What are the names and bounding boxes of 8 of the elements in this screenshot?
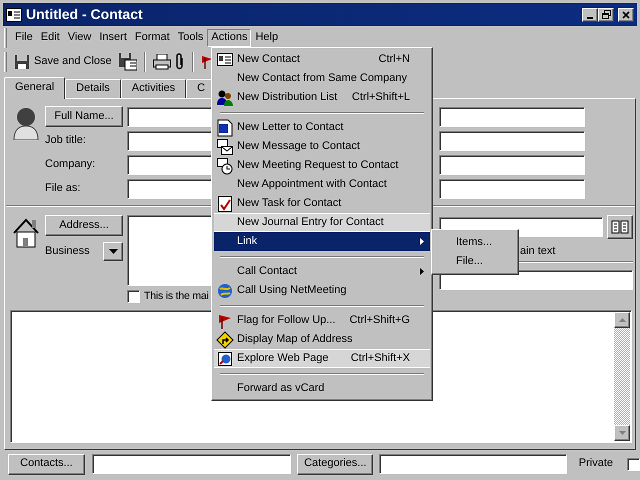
window-title: Untitled - Contact [26,6,143,23]
job-title-label: Job title: [45,134,86,148]
company-label: Company: [45,158,96,172]
mailing-address-label: This is the mai [144,290,209,303]
plain-text-label: ain text [520,245,556,258]
file-as-label: File as: [45,182,80,196]
address-type-label: Business [45,244,90,258]
private-label: Private [578,457,614,471]
